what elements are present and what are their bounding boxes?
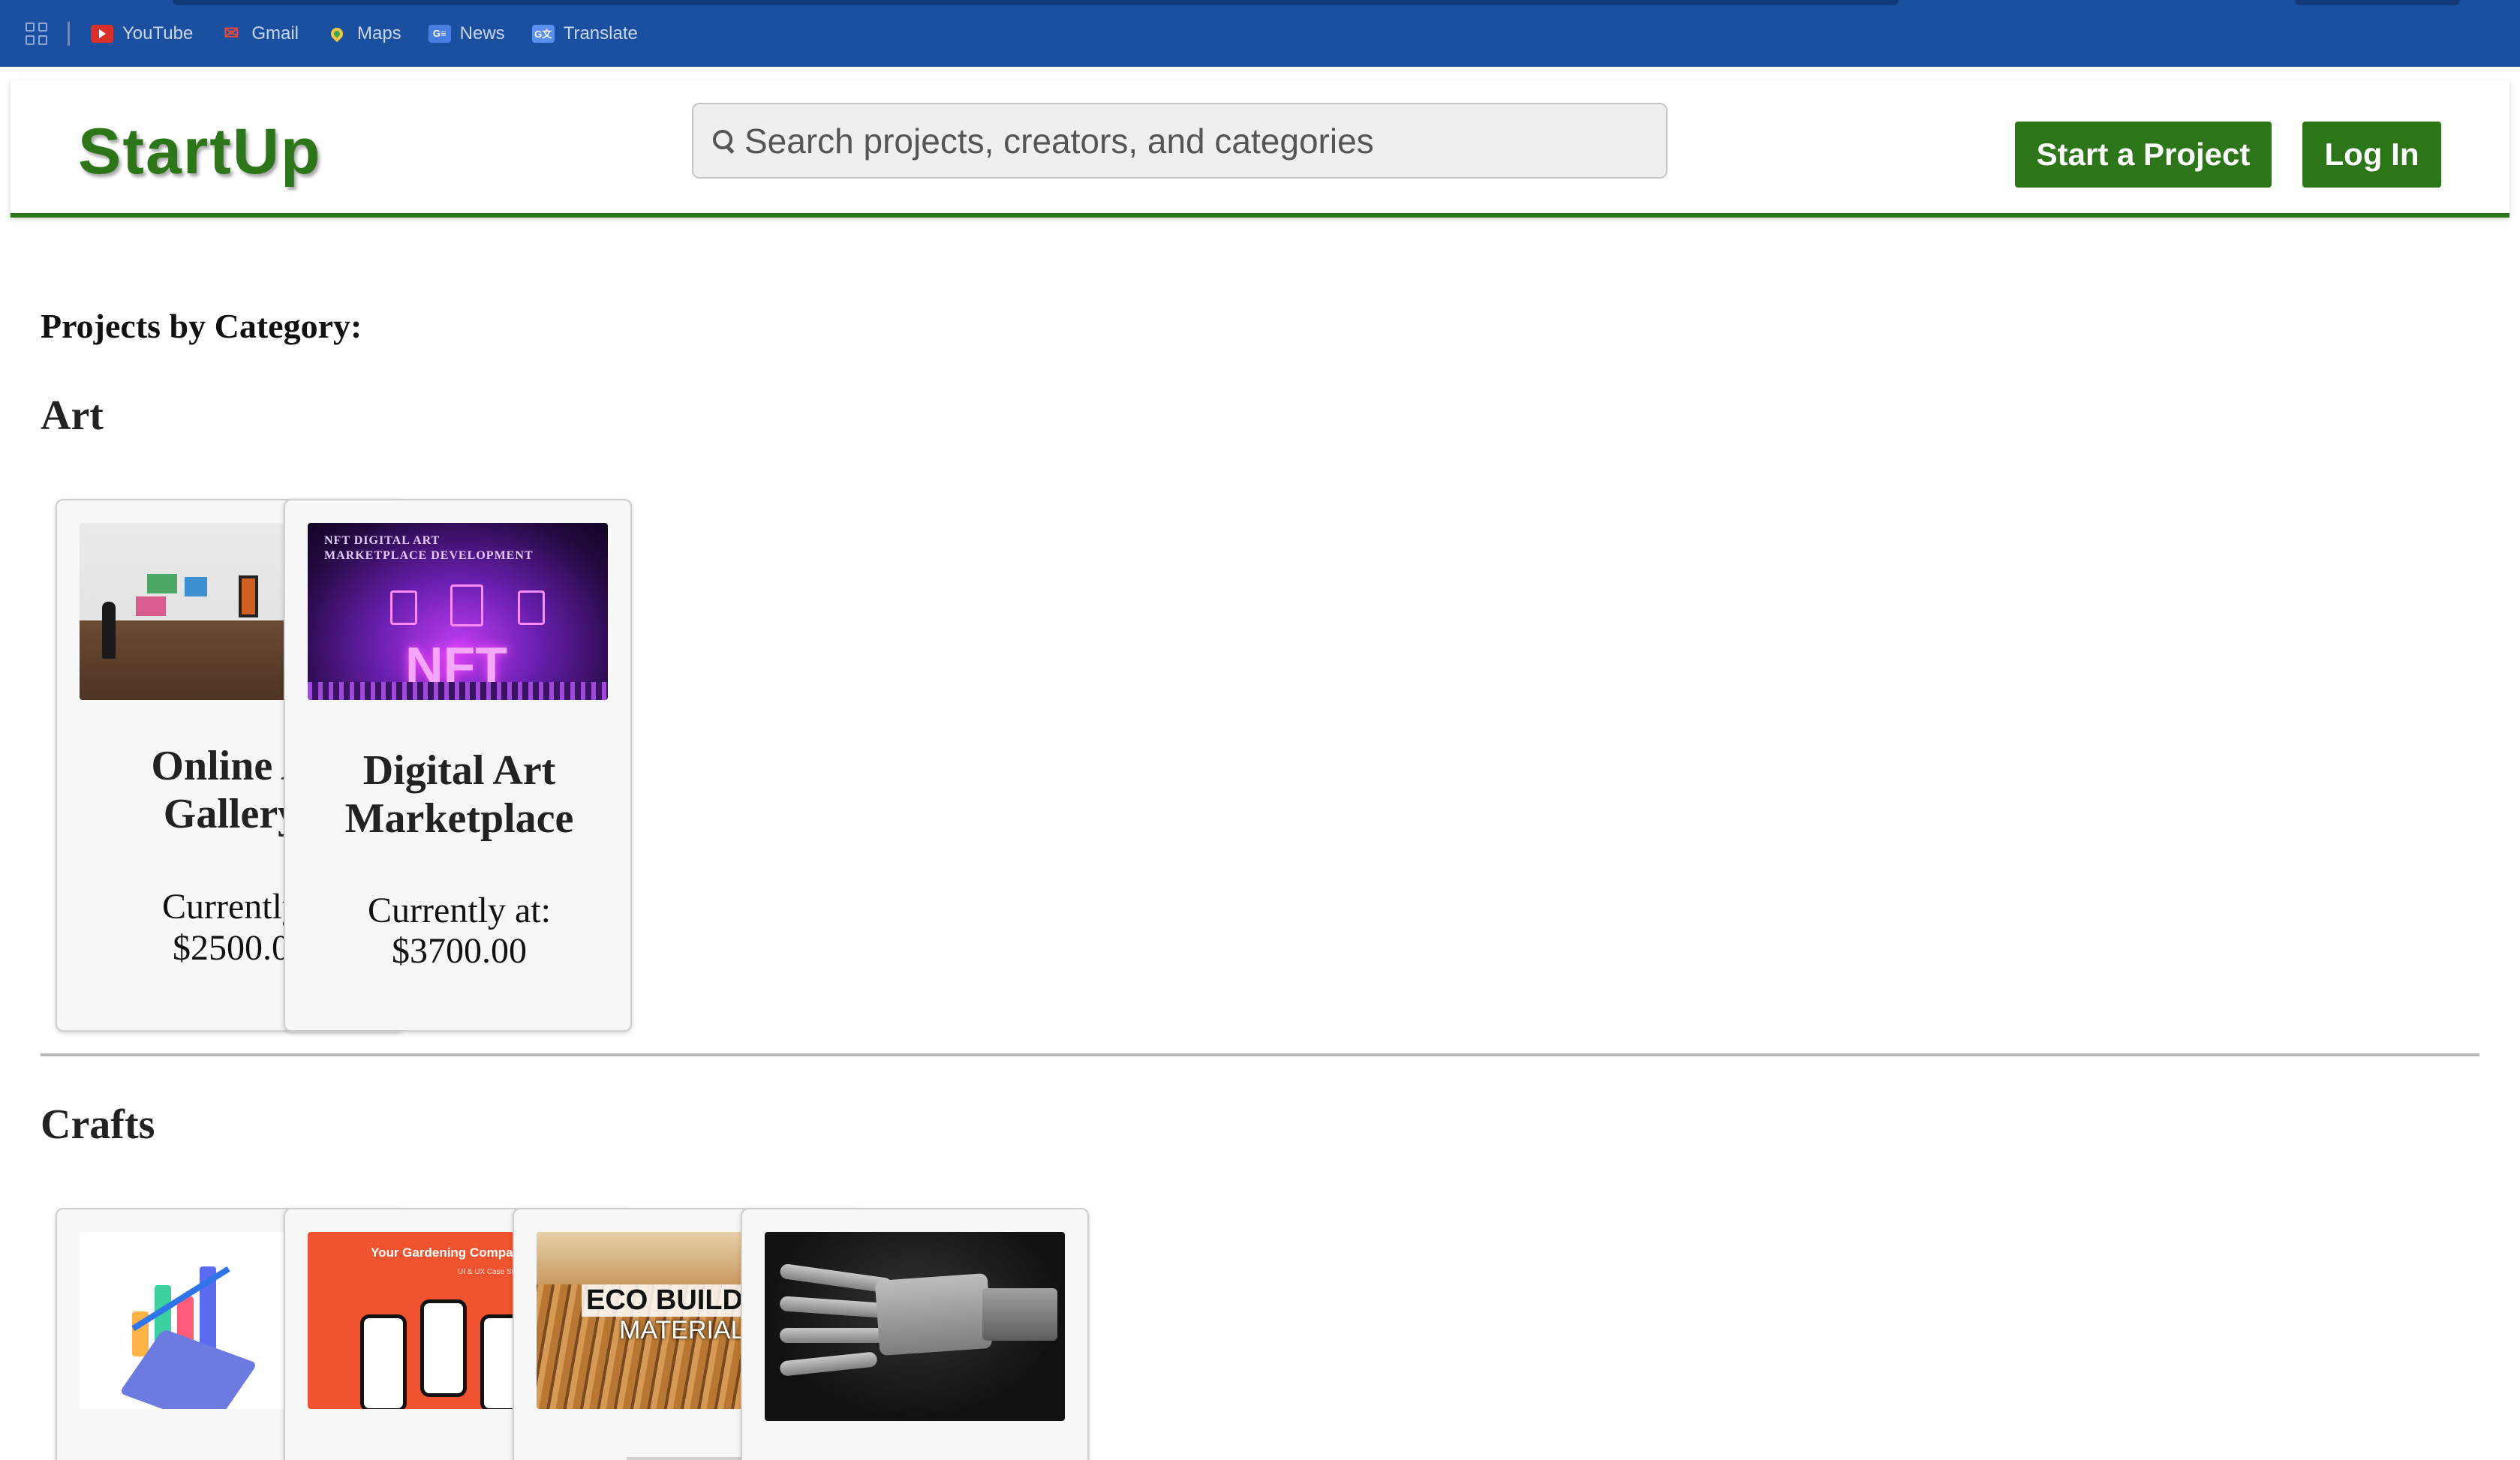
start-project-button[interactable]: Start a Project	[2015, 122, 2272, 188]
project-card-digital-art-marketplace[interactable]: NFT DIGITAL ART MARKETPLACE DEVELOPMENT N…	[284, 499, 632, 1032]
search-input[interactable]	[744, 120, 1666, 161]
project-thumbnail: NFT DIGITAL ART MARKETPLACE DEVELOPMENT N…	[308, 523, 608, 700]
bookmark-news[interactable]: G≡ News	[428, 23, 505, 44]
category-divider	[41, 1053, 2479, 1056]
site-logo[interactable]: StartUp	[78, 115, 322, 189]
project-title: Digital Art Marketplace	[344, 747, 574, 842]
bookmark-label: Gmail	[251, 23, 299, 44]
news-icon: G≡	[428, 24, 451, 43]
bookmark-gmail[interactable]: ✉ Gmail	[220, 23, 299, 44]
bookmark-label: YouTube	[122, 23, 194, 44]
translate-icon: G文	[531, 24, 555, 43]
search-icon	[711, 128, 737, 154]
project-thumbnail	[765, 1232, 1065, 1421]
bookmark-label: Maps	[356, 23, 401, 44]
bookmarks-bar: YouTube ✉ Gmail Maps G≡ News G文 Translat…	[0, 0, 2520, 67]
project-funding-label: Currently at:	[368, 891, 551, 930]
youtube-icon	[91, 24, 113, 43]
project-card-crafts-4[interactable]	[741, 1208, 1089, 1460]
login-button[interactable]: Log In	[2302, 122, 2441, 188]
bookmark-maps[interactable]: Maps	[326, 23, 401, 44]
apps-grid-icon[interactable]	[26, 22, 48, 45]
category-title-crafts: Crafts	[41, 1101, 155, 1148]
section-heading: Projects by Category:	[41, 307, 362, 345]
bookmark-label: News	[459, 23, 505, 44]
bookmarks-divider	[68, 21, 70, 46]
category-title-art: Art	[41, 392, 104, 439]
search-box[interactable]	[692, 103, 1667, 179]
gmail-icon: ✉	[224, 23, 239, 44]
bookmark-translate[interactable]: G文 Translate	[531, 23, 638, 44]
address-bar-edge	[173, 0, 1899, 5]
bookmark-label: Translate	[563, 23, 638, 44]
maps-icon	[326, 25, 348, 43]
project-funding-value: $3700.00	[392, 931, 527, 971]
bookmark-youtube[interactable]: YouTube	[91, 23, 193, 44]
toolbar-edge	[2295, 0, 2460, 5]
site-header: StartUp Start a Project Log In	[11, 80, 2509, 218]
